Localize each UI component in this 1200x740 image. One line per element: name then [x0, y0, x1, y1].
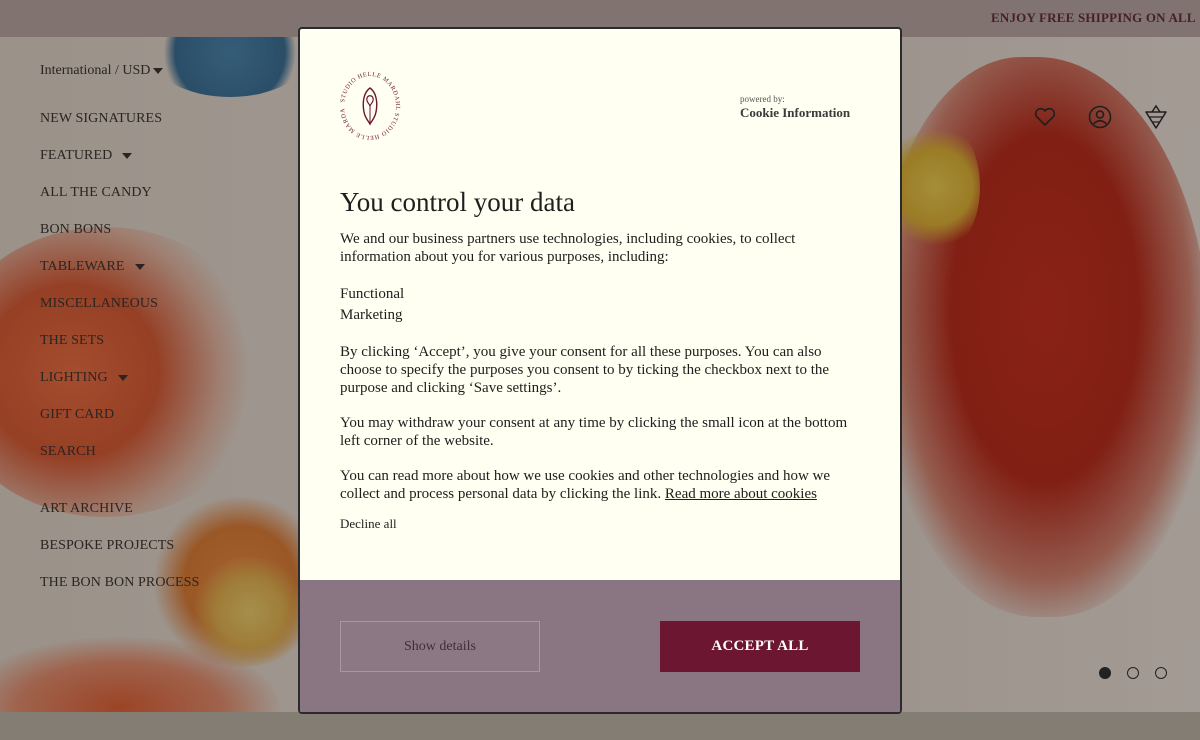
nav-item-label: TABLEWARE: [40, 259, 125, 274]
header-actions: [1032, 104, 1172, 130]
nav-item-label: NEW SIGNATURES: [40, 111, 163, 126]
nav-item-label: MISCELLANEOUS: [40, 296, 158, 311]
nav-item-featured[interactable]: FEATURED: [40, 147, 199, 184]
nav-item-label: BESPOKE PROJECTS: [40, 538, 175, 553]
locale-selector[interactable]: International / USD: [40, 63, 164, 79]
nav-item-label: BON BONS: [40, 222, 112, 237]
account-icon[interactable]: [1087, 104, 1113, 130]
nav-item-label: THE BON BON PROCESS: [40, 575, 200, 590]
nav-item-label: ART ARCHIVE: [40, 501, 133, 516]
cookie-consent-dialog: STUDIO HELLE MARDAHL STUDIO HELLE MARDAH…: [298, 27, 902, 714]
consent-text: By clicking ‘Accept’, you give your cons…: [340, 344, 830, 396]
dialog-title: You control your data: [340, 187, 575, 217]
read-more-paragraph: You can read more about how we use cooki…: [340, 467, 862, 503]
nav-item-all-the-candy[interactable]: ALL THE CANDY: [40, 184, 199, 221]
slider-dot-active[interactable]: [1099, 667, 1111, 679]
cookie-consent-content: STUDIO HELLE MARDAHL STUDIO HELLE MARDAH…: [300, 29, 900, 582]
show-details-button[interactable]: Show details: [340, 621, 540, 672]
nav-item-label: LIGHTING: [40, 370, 108, 385]
slider-dot[interactable]: [1127, 667, 1139, 679]
nav-item-bespoke-projects[interactable]: BESPOKE PROJECTS: [40, 537, 199, 574]
dialog-body: We and our business partners use technol…: [340, 230, 862, 503]
withdraw-text: You may withdraw your consent at any tim…: [340, 415, 848, 449]
nav-item-the-sets[interactable]: THE SETS: [40, 332, 199, 369]
heart-icon[interactable]: [1032, 104, 1058, 130]
read-more-link[interactable]: Read more about cookies: [665, 486, 817, 502]
dialog-footer: Show details ACCEPT ALL: [300, 580, 900, 712]
nav-item-label: ALL THE CANDY: [40, 185, 152, 200]
slider-dot[interactable]: [1155, 667, 1167, 679]
powered-by-label: powered by:: [740, 94, 785, 104]
accept-all-button[interactable]: ACCEPT ALL: [660, 621, 860, 672]
chevron-down-icon: [117, 374, 128, 381]
nav-item-new-signatures[interactable]: NEW SIGNATURES: [40, 110, 199, 147]
nav-item-label: GIFT CARD: [40, 407, 115, 422]
locale-label: International / USD: [40, 63, 151, 78]
main-nav: NEW SIGNATURES FEATURED ALL THE CANDY BO…: [40, 110, 199, 611]
chevron-down-icon: [153, 67, 164, 74]
nav-item-art-archive[interactable]: ART ARCHIVE: [40, 500, 199, 537]
nav-item-label: THE SETS: [40, 333, 105, 348]
nav-item-tableware[interactable]: TABLEWARE: [40, 258, 199, 295]
nav-item-miscellaneous[interactable]: MISCELLANEOUS: [40, 295, 199, 332]
cart-icon[interactable]: [1143, 104, 1169, 130]
purpose-item: Functional: [340, 286, 405, 302]
nav-item-search[interactable]: SEARCH: [40, 443, 199, 480]
nav-item-label: FEATURED: [40, 148, 113, 163]
nav-item-label: SEARCH: [40, 444, 96, 459]
purpose-item: Marketing: [340, 307, 403, 323]
chevron-down-icon: [122, 152, 133, 159]
nav-item-lighting[interactable]: LIGHTING: [40, 369, 199, 406]
dialog-intro: We and our business partners use technol…: [340, 231, 796, 265]
nav-item-bon-bon-process[interactable]: THE BON BON PROCESS: [40, 574, 199, 611]
decline-all-button[interactable]: Decline all: [340, 516, 397, 532]
cookie-information-logo: Cookie Information: [740, 105, 851, 120]
nav-item-bon-bons[interactable]: BON BONS: [40, 221, 199, 258]
chevron-down-icon: [134, 263, 145, 270]
brand-logo-icon: STUDIO HELLE MARDAHL STUDIO HELLE MARDAH…: [338, 68, 400, 141]
powered-by-block: powered by: Cookie Information: [740, 94, 860, 121]
nav-item-gift-card[interactable]: GIFT CARD: [40, 406, 199, 443]
